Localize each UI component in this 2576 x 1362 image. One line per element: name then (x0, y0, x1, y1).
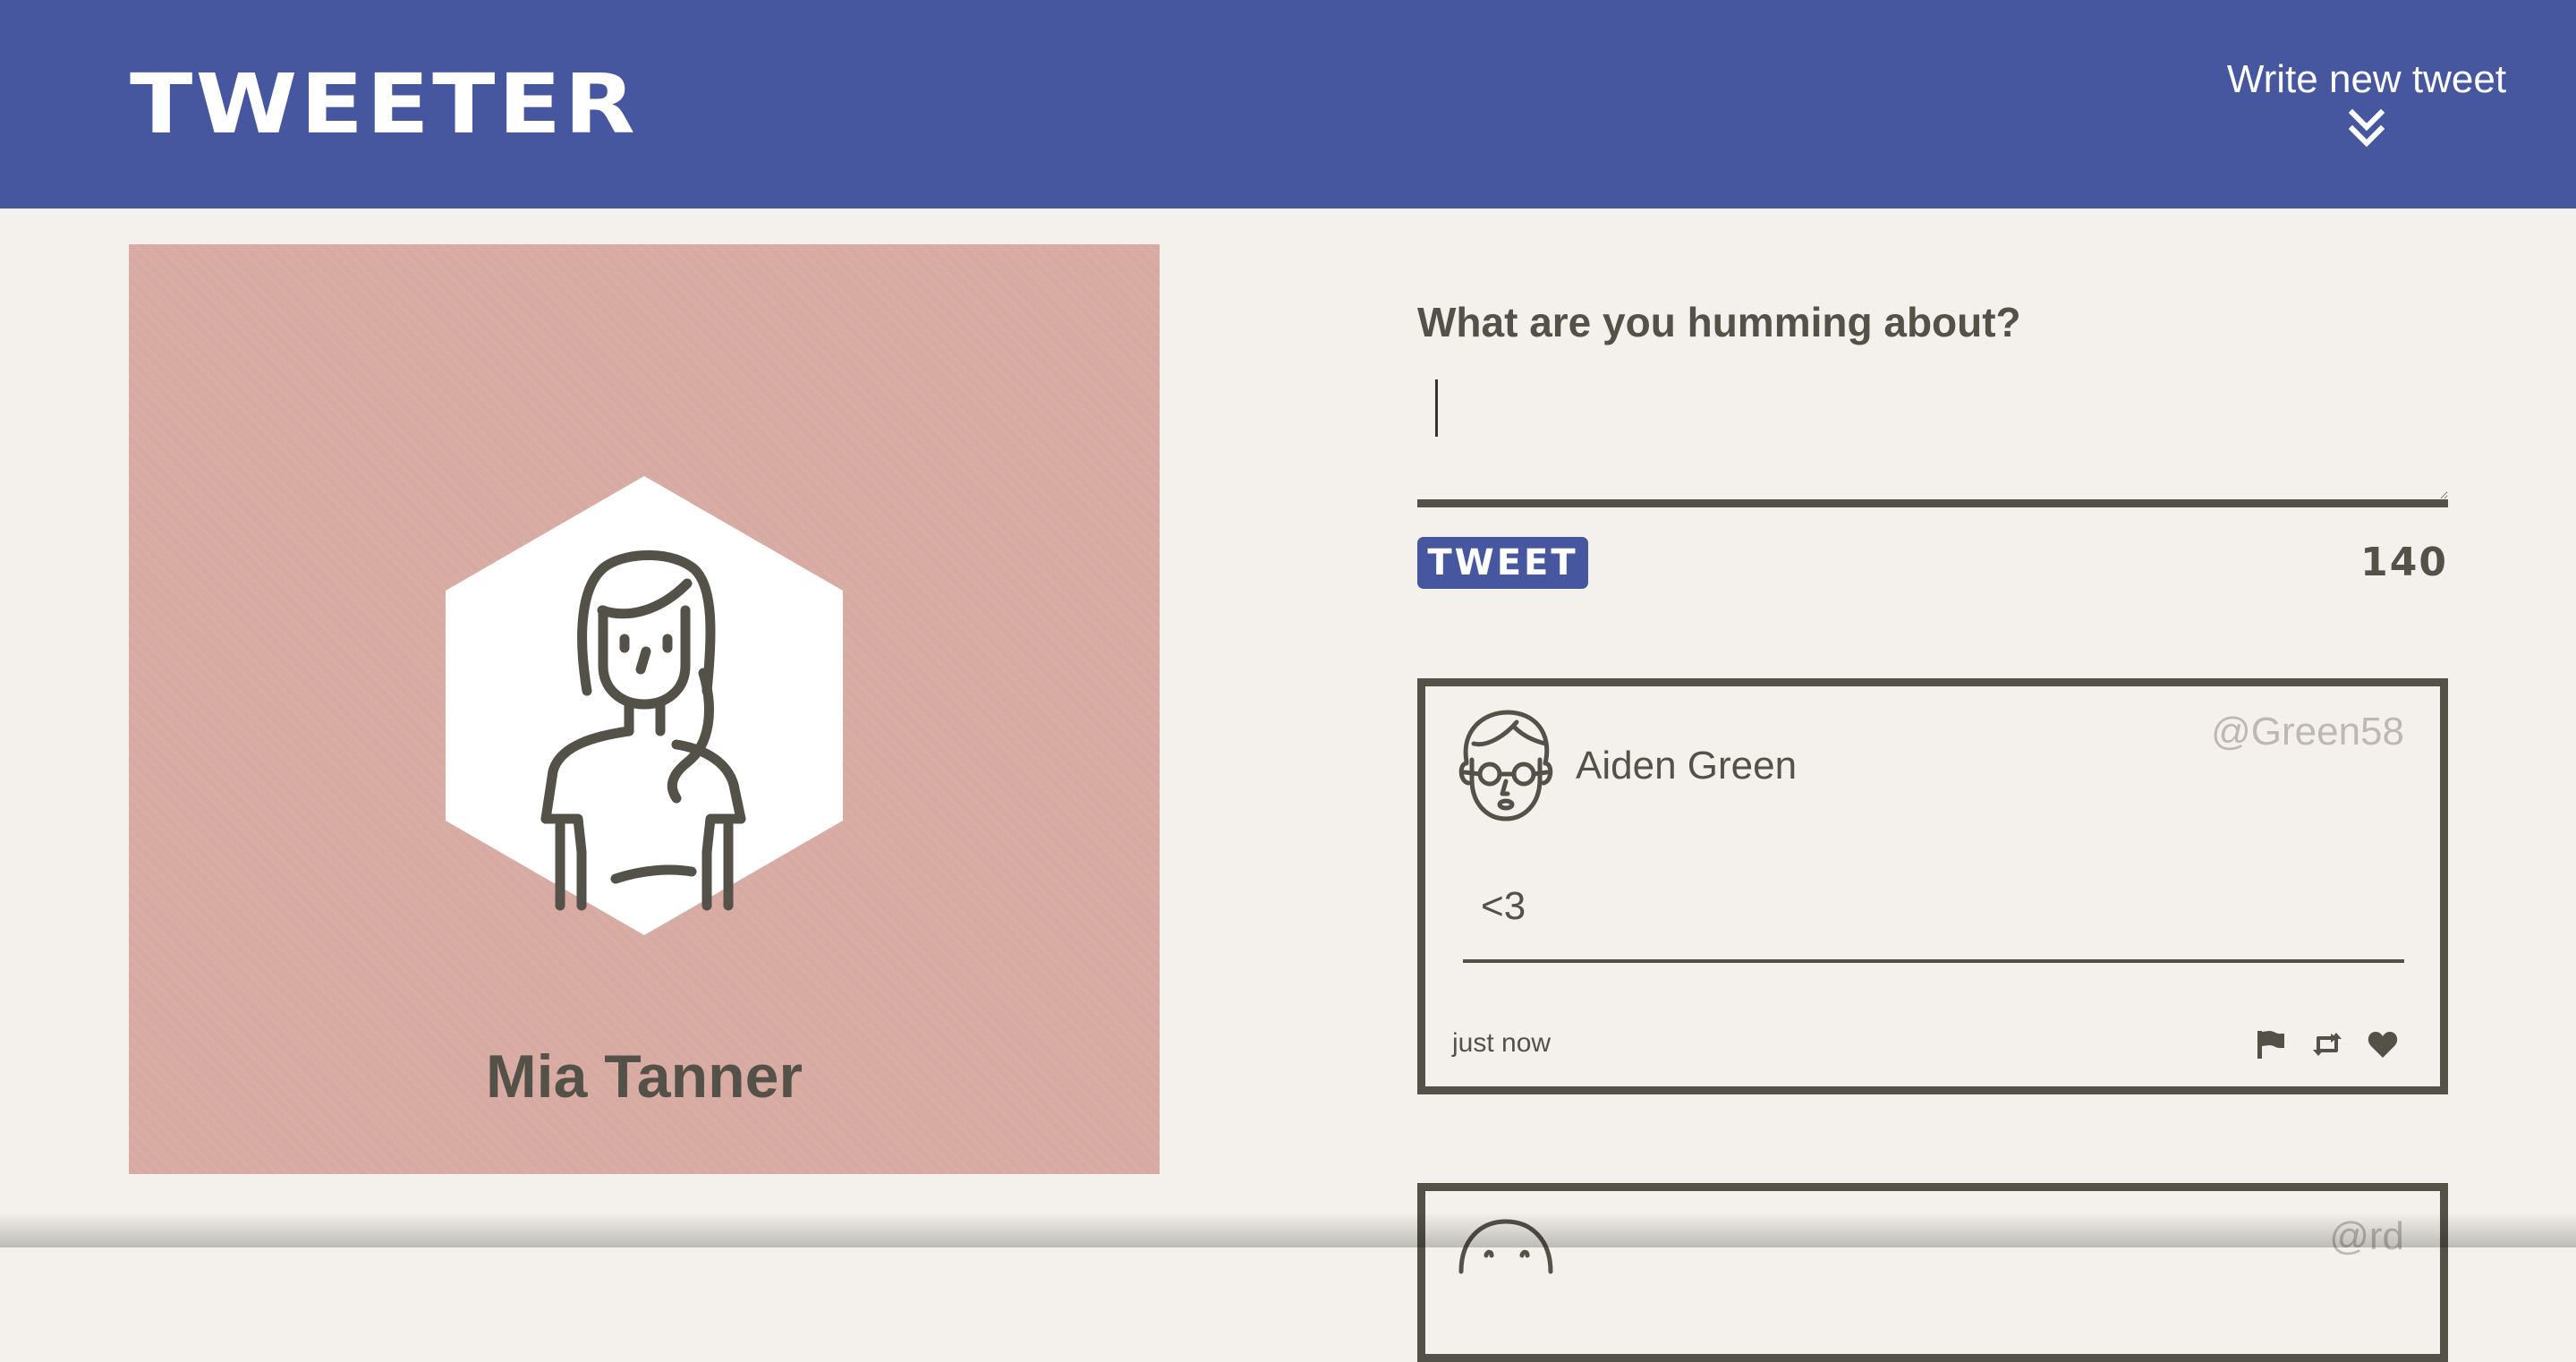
tweet-timestamp: just now (1452, 1028, 1552, 1058)
top-nav: TWEETER Write new tweet (0, 0, 2576, 209)
write-new-tweet-toggle[interactable]: Write new tweet (2219, 54, 2514, 149)
tweet-author-name[interactable]: Aiden Green (1576, 740, 1797, 792)
brand-logo[interactable]: TWEETER (130, 55, 638, 154)
man-with-glasses-avatar-icon (1458, 710, 1553, 821)
woman-avatar-icon (446, 476, 843, 935)
flag-icon[interactable] (2255, 1028, 2287, 1060)
tweet-author-handle[interactable]: @rd (2329, 1211, 2404, 1263)
avatar-icon (1458, 1219, 1553, 1274)
retweet-icon[interactable] (2311, 1028, 2343, 1060)
tweet-content: <3 (1463, 874, 2404, 963)
double-chevron-down-icon[interactable] (2349, 107, 2385, 149)
heart-icon[interactable] (2367, 1028, 2399, 1060)
text-cursor (1435, 379, 1438, 437)
tweet-actions (2235, 1028, 2399, 1060)
write-new-tweet-label[interactable]: Write new tweet (2219, 54, 2514, 106)
compose-label: What are you humming about? (1417, 299, 2021, 345)
compose-section: What are you humming about? TWEET 140 (1417, 286, 2448, 589)
profile-card: Mia Tanner (129, 244, 1160, 1174)
profile-name: Mia Tanner (486, 1043, 803, 1111)
tweet-button[interactable]: TWEET (1417, 537, 1588, 589)
tweet-textarea[interactable] (1417, 369, 2448, 507)
tweet-card: Aiden Green @Green58 <3 just now (1417, 678, 2448, 1094)
tweet-card: @rd (1417, 1183, 2448, 1362)
character-counter: 140 (2360, 540, 2448, 585)
tweet-author-handle[interactable]: @Green58 (2211, 706, 2404, 758)
